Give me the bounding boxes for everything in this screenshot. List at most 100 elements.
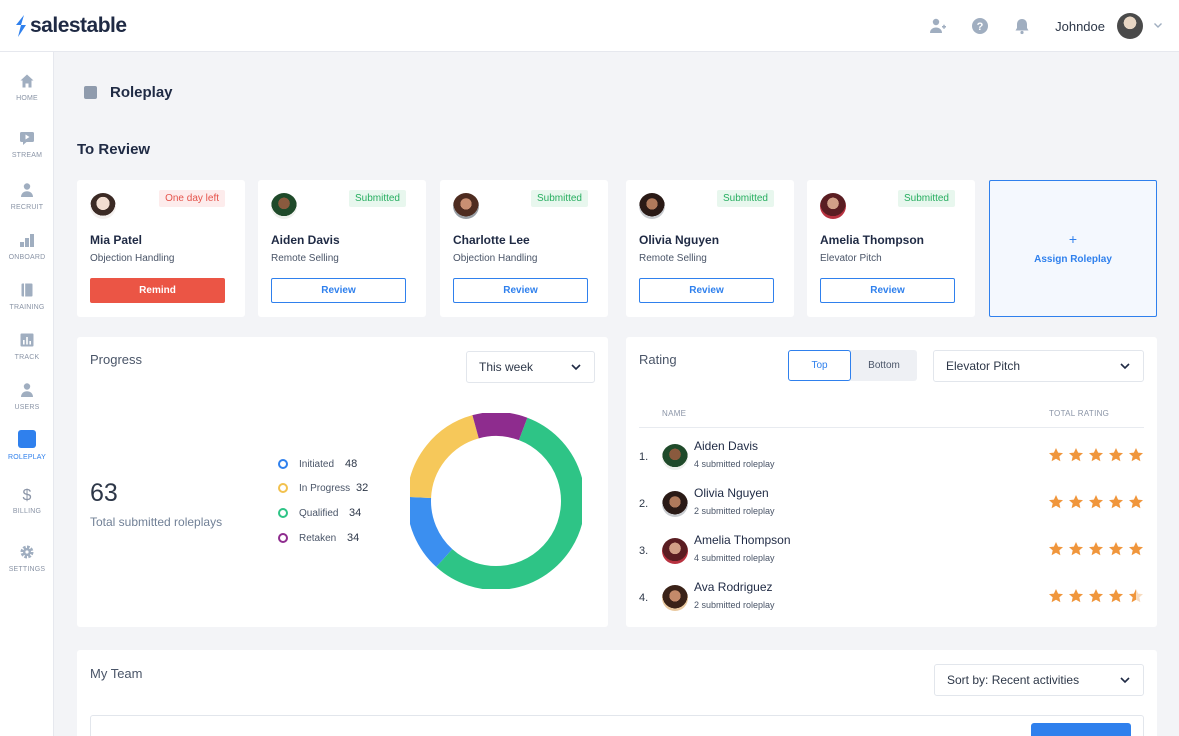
total-count: 63 <box>90 479 118 507</box>
review-card: Submitted Charlotte Lee Objection Handli… <box>440 180 608 317</box>
legend-dot <box>278 483 288 493</box>
recruit-icon <box>21 183 33 197</box>
avatar <box>662 538 688 564</box>
star-icon <box>1049 589 1063 603</box>
roleplay-filter-select[interactable]: Elevator Pitch <box>933 350 1144 382</box>
sidebar-item-onboard[interactable]: ONBOARD <box>0 232 54 261</box>
status-badge: Submitted <box>716 190 774 207</box>
donut-slice-in-progress <box>410 415 480 499</box>
to-review-title: To Review <box>77 141 151 158</box>
legend-dot <box>278 459 288 469</box>
sidebar-item-roleplay[interactable]: ROLEPLAY <box>0 430 54 461</box>
review-card: Submitted Amelia Thompson Elevator Pitch… <box>807 180 975 317</box>
sidebar-item-recruit[interactable]: RECRUIT <box>0 182 54 211</box>
apply-filter-button[interactable] <box>1031 723 1131 736</box>
toggle-top[interactable]: Top <box>788 350 851 381</box>
top-bar: salestable ? Johndoe <box>0 0 1179 52</box>
home-icon <box>20 74 34 88</box>
progress-panel: Progress This week 63 Total submitted ro… <box>77 337 608 627</box>
review-card: Submitted Aiden Davis Remote Selling Rev… <box>258 180 426 317</box>
legend-item: Initiated 48 <box>278 458 357 470</box>
card-topic: Remote Selling <box>271 253 339 264</box>
username[interactable]: Johndoe <box>1055 19 1105 34</box>
sidebar-item-home[interactable]: HOME <box>0 73 54 102</box>
progress-title: Progress <box>90 352 143 367</box>
toggle-bottom[interactable]: Bottom <box>851 350 917 381</box>
star-icon <box>1089 495 1103 509</box>
status-badge: Submitted <box>348 190 406 207</box>
add-user-icon[interactable] <box>929 17 947 35</box>
user-icon <box>21 383 33 397</box>
user-avatar[interactable] <box>1117 13 1143 39</box>
review-button[interactable]: Review <box>639 278 774 303</box>
period-value: This week <box>479 360 534 374</box>
star-icon <box>1049 495 1063 509</box>
card-topic: Objection Handling <box>90 253 175 264</box>
star-icon <box>1129 448 1143 462</box>
team-filter-bar <box>90 715 1144 736</box>
review-button[interactable]: Review <box>271 278 406 303</box>
sort-prefix: Sort by: <box>947 673 989 687</box>
book-icon <box>21 283 33 297</box>
rating-row[interactable]: 2. Olivia Nguyen 2 submitted roleplay <box>639 484 1144 524</box>
assign-roleplay-label: Assign Roleplay <box>1034 254 1112 265</box>
column-total-rating: TOTAL RATING <box>1049 409 1110 418</box>
rating-row[interactable]: 3. Amelia Thompson 4 submitted roleplay <box>639 531 1144 571</box>
star-icon <box>1089 589 1103 603</box>
bell-icon[interactable] <box>1013 17 1031 35</box>
star-rating <box>1048 588 1144 604</box>
donut-slice-retaken <box>472 413 528 441</box>
star-icon <box>1049 542 1063 556</box>
star-icon <box>1129 495 1143 509</box>
column-name: NAME <box>662 409 687 418</box>
star-icon <box>1069 589 1083 603</box>
star-icon <box>1049 448 1063 462</box>
donut-slice-qualified <box>436 417 582 589</box>
review-card: Submitted Olivia Nguyen Remote Selling R… <box>626 180 794 317</box>
status-badge: One day left <box>159 190 225 207</box>
review-button[interactable]: Review <box>820 278 955 303</box>
star-icon <box>1089 542 1103 556</box>
star-icon <box>1069 495 1083 509</box>
rating-row[interactable]: 1. Aiden Davis 4 submitted roleplay <box>639 437 1144 477</box>
avatar <box>662 491 688 517</box>
sidebar-item-stream[interactable]: STREAM <box>0 130 54 159</box>
sidebar-item-users[interactable]: USERS <box>0 382 54 411</box>
sidebar-item-training[interactable]: TRAINING <box>0 282 54 311</box>
star-icon <box>1109 589 1123 603</box>
top-bottom-toggle: Top Bottom <box>788 350 917 381</box>
star-rating <box>1048 494 1144 510</box>
period-select[interactable]: This week <box>466 351 595 383</box>
sidebar-item-billing[interactable]: $ BILLING <box>0 486 54 515</box>
sort-select[interactable]: Sort by: Recent activities <box>934 664 1144 696</box>
rating-row[interactable]: 4. Ava Rodriguez 2 submitted roleplay <box>639 578 1144 618</box>
legend-item: In Progress 32 <box>278 482 368 494</box>
card-topic: Remote Selling <box>639 253 707 264</box>
roleplay-icon <box>18 430 36 448</box>
star-icon <box>1109 448 1123 462</box>
remind-button[interactable]: Remind <box>90 278 225 303</box>
help-icon[interactable]: ? <box>971 17 989 35</box>
sidebar-item-track[interactable]: TRACK <box>0 332 54 361</box>
assign-roleplay-button[interactable]: + Assign Roleplay <box>989 180 1157 317</box>
sidebar-item-settings[interactable]: SETTINGS <box>0 544 54 573</box>
chevron-down-icon[interactable] <box>1153 17 1163 35</box>
review-card: One day left Mia Patel Objection Handlin… <box>77 180 245 317</box>
svg-text:?: ? <box>977 21 984 33</box>
gear-icon <box>20 545 34 559</box>
avatar <box>662 585 688 611</box>
chevron-down-icon <box>1120 363 1130 370</box>
review-button[interactable]: Review <box>453 278 588 303</box>
chevron-down-icon <box>1120 677 1130 684</box>
legend-item: Retaken 34 <box>278 532 359 544</box>
logo[interactable]: salestable <box>14 12 127 40</box>
avatar <box>820 193 846 219</box>
star-rating <box>1048 447 1144 463</box>
star-icon <box>1129 542 1143 556</box>
legend-dot <box>278 508 288 518</box>
legend-dot <box>278 533 288 543</box>
star-icon <box>1129 589 1143 603</box>
card-name: Aiden Davis <box>271 233 340 247</box>
avatar <box>662 444 688 470</box>
status-badge: Submitted <box>530 190 588 207</box>
